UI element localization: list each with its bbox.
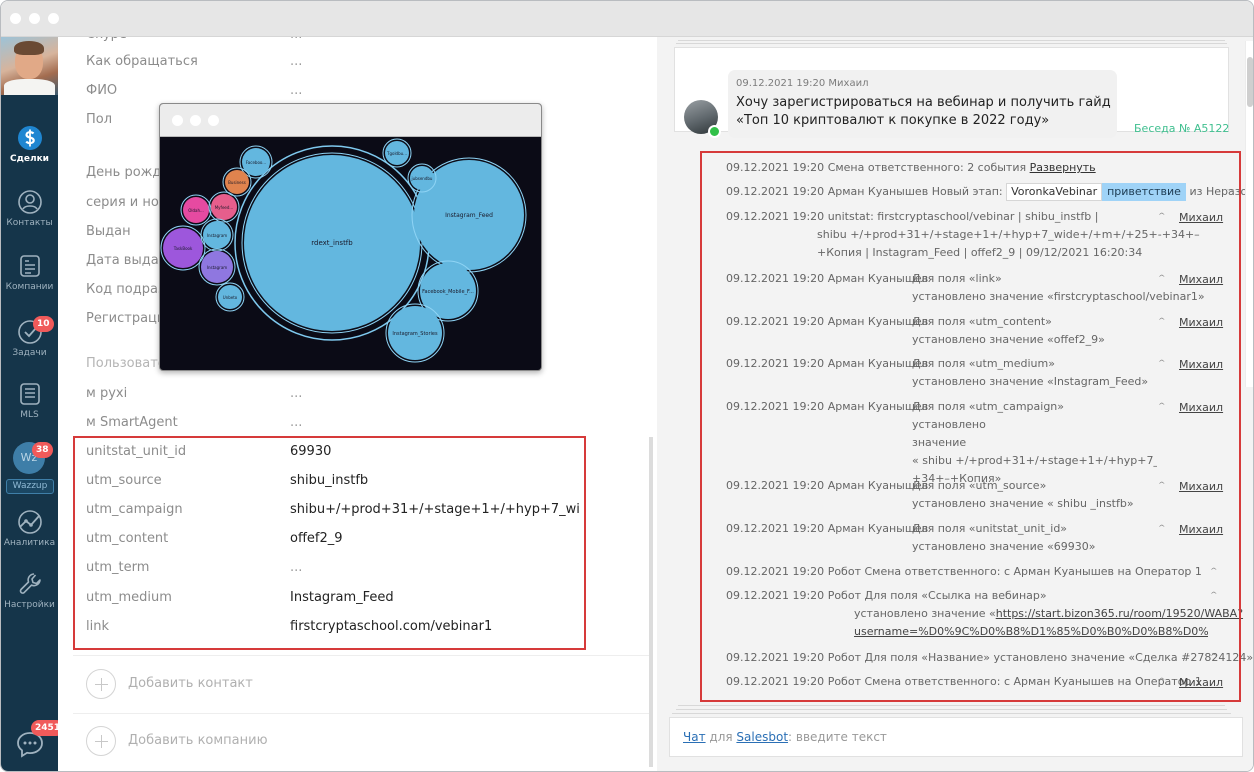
popup-minimize-button[interactable] (190, 115, 201, 126)
field-value[interactable]: ... (290, 386, 302, 406)
message-bubble: 09.12.2021 19:20 Михаил Хочу зарегистрир… (728, 70, 1117, 138)
field-value[interactable]: ... (290, 54, 302, 74)
window-titlebar (1, 1, 1253, 37)
sidebar-item-label: Компании (5, 282, 54, 292)
popup-maximize-button[interactable] (208, 115, 219, 126)
bubble-label: Oldah... (188, 208, 204, 213)
sidebar-item-label: Задачи (12, 348, 47, 358)
bubble-label: Instagram_Stories (392, 331, 438, 337)
bubble-label: jubsendbu (411, 176, 433, 181)
sidebar-item-settings[interactable]: Настройки (1, 571, 58, 610)
sidebar-item-companies[interactable]: Компании (1, 253, 58, 292)
conversation-number[interactable]: Беседа № A5122 (1134, 122, 1229, 135)
field-label: ФИО (86, 83, 118, 98)
field-value[interactable]: ... (290, 83, 302, 103)
field-label: День рожде (86, 165, 170, 180)
wazzup-label[interactable]: Wazzup (6, 479, 54, 494)
bubble-chart-window: rdext_instfb Instagram_Feed Facebook_Mobil… (159, 103, 542, 371)
stack-line (676, 709, 1227, 710)
chat-input[interactable]: Чат для Salesbot: введите текст (669, 717, 1243, 757)
main-sidebar: Сделки Контакты Компании Задачи 10 MLS W… (1, 37, 65, 771)
field-label: Выдан (86, 224, 131, 239)
plus-icon (86, 669, 116, 699)
stack-line (678, 705, 1225, 706)
field-label: Как обращаться (86, 54, 198, 69)
bubble-label: TaskBook (173, 246, 193, 251)
field-value[interactable]: ... (290, 415, 302, 435)
field-label: Скуре (86, 37, 127, 47)
add-contact-label: Добавить контакт (128, 676, 253, 691)
chat-for-text: для (709, 730, 733, 744)
sidebar-item-label: Настройки (4, 600, 55, 610)
window-close-button[interactable] (10, 13, 21, 24)
sidebar-item-mls[interactable]: MLS (1, 381, 58, 420)
analytics-icon (17, 510, 42, 534)
add-company-label: Добавить компанию (128, 733, 268, 748)
window-maximize-button[interactable] (48, 13, 59, 24)
events-highlight-box (700, 151, 1241, 702)
bubble-label: Unbeto (223, 295, 238, 300)
field-label: Пол (86, 112, 113, 127)
bubble-label: Tgoldbu... (386, 151, 407, 156)
whatsapp-icon (708, 125, 721, 138)
field-label: серия и ном (86, 195, 169, 210)
chat-type-link[interactable]: Чат (683, 730, 706, 744)
bubble-label: Instagram (207, 233, 227, 238)
left-scrollbar[interactable] (649, 437, 653, 767)
message-meta: 09.12.2021 19:20 Михаил (736, 78, 869, 89)
sidebar-item-label: MLS (20, 410, 39, 420)
divider (73, 655, 651, 656)
window-minimize-button[interactable] (29, 13, 40, 24)
chat-placeholder: : введите текст (788, 730, 887, 744)
activity-feed: 09.12.2021 19:20 Михаил Хочу зарегистрир… (657, 37, 1253, 771)
wazzup-count-badge: 38 (32, 442, 53, 458)
tasks-count-badge: 10 (33, 316, 54, 332)
bubble-label: Facebook_Mobile_F... (422, 289, 474, 295)
app-window: Сделки Контакты Компании Задачи 10 MLS W… (0, 0, 1254, 772)
deals-dollar-icon (17, 126, 42, 150)
utm-highlight-box (73, 436, 586, 650)
sidebar-item-deals[interactable]: Сделки (1, 125, 58, 164)
stack-line (672, 713, 1231, 714)
field-label: м рухі (86, 386, 128, 401)
companies-icon (19, 255, 40, 277)
sidebar-item-analytics[interactable]: Аналитика (1, 509, 58, 548)
sidebar-item-label: Сделки (10, 154, 49, 164)
sidebar-item-contacts[interactable]: Контакты (1, 189, 58, 228)
bubble-label: Business (228, 180, 246, 185)
settings-wrench-icon (19, 573, 41, 594)
message-line-1: Хочу зарегистрироваться на вебинар и пол… (736, 95, 1111, 110)
popup-close-button[interactable] (172, 115, 183, 126)
stack-line (678, 40, 1225, 41)
scrollbar-thumb[interactable] (1247, 57, 1253, 107)
field-value[interactable]: ... (290, 37, 302, 47)
right-scrollbar[interactable] (1245, 41, 1253, 387)
plus-icon (86, 726, 116, 756)
bubble-label: Myfeed... (215, 205, 234, 210)
bubble-label: Instagram_Feed (445, 212, 493, 219)
salesbot-link[interactable]: Salesbot (736, 730, 788, 744)
bubble-chart: rdext_instfb Instagram_Feed Facebook_Mobil… (160, 138, 527, 363)
bubble-label: Instagram (207, 265, 227, 270)
bubble-label: rdext_instfb (311, 239, 353, 247)
user-avatar[interactable] (1, 37, 58, 95)
sidebar-item-label: Контакты (6, 218, 53, 228)
message-line-2: «Топ 10 криптовалют к покупке в 2022 год… (736, 113, 1050, 128)
popup-titlebar (160, 104, 541, 137)
mls-icon (19, 383, 40, 405)
chat-input-placeholder: Чат для Salesbot: введите текст (683, 730, 887, 744)
contacts-icon (17, 190, 42, 214)
sidebar-item-label: Аналитика (3, 538, 56, 548)
divider (73, 713, 651, 714)
stack-line (676, 43, 1227, 44)
bubble-label: Faceboo... (246, 160, 266, 165)
field-label: м SmartAgent (86, 415, 178, 430)
message-card: 09.12.2021 19:20 Михаил Хочу зарегистрир… (674, 47, 1229, 138)
